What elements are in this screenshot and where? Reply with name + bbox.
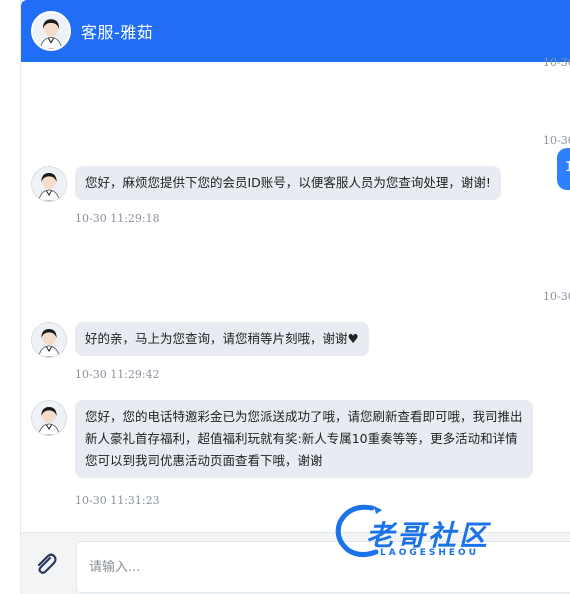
timestamp: 10-30: [543, 134, 570, 147]
timestamp: 10-30: [543, 56, 570, 69]
message-line: 您可以到我司优惠活动页面查看下哦，谢谢: [85, 453, 323, 468]
watermark-logo: 老哥社区 LAOGESHEOU: [330, 496, 560, 566]
agent-message-bubble: 您好，您的电话特邀彩金已为您派送成功了哦，请您刷新查看即可哦，我司推出 新人豪礼…: [75, 400, 533, 478]
timestamp: 10-30: [543, 290, 570, 303]
message-line: 新人豪礼首存福利，超值福利玩就有奖:新人专属10重奏等等，更多活动和详情: [85, 431, 518, 446]
timestamp: 10-30 11:31:23: [75, 494, 160, 507]
agent-avatar-icon: [31, 400, 67, 436]
agent-avatar-icon: [31, 322, 67, 358]
agent-avatar-icon: [31, 166, 67, 202]
timestamp: 10-30 11:29:42: [75, 368, 160, 381]
agent-message-bubble: 好的亲，马上为您查询，请您稍等片刻哦，谢谢♥: [75, 322, 369, 356]
agent-message: 好的亲，马上为您查询，请您稍等片刻哦，谢谢♥: [31, 322, 369, 358]
agent-message-bubble: 您好，麻烦您提供下您的会员ID账号，以便客服人员为您查询处理，谢谢!: [75, 166, 501, 200]
agent-message: 您好，您的电话特邀彩金已为您派送成功了哦，请您刷新查看即可哦，我司推出 新人豪礼…: [31, 400, 533, 478]
watermark-subtext: LAOGESHEOU: [380, 548, 480, 558]
agent-avatar-icon: [31, 11, 71, 51]
user-message-bubble: 1: [557, 148, 570, 190]
agent-message: 您好，麻烦您提供下您的会员ID账号，以便客服人员为您查询处理，谢谢!: [31, 166, 501, 202]
message-line: 好的亲，马上为您查询，请您稍等片刻哦，谢谢♥: [85, 331, 359, 346]
timestamp: 10-30 11:29:18: [75, 212, 160, 225]
message-line: 您好，您的电话特邀彩金已为您派送成功了哦，请您刷新查看即可哦，我司推出: [85, 409, 523, 424]
paperclip-icon[interactable]: [33, 551, 59, 577]
message-list[interactable]: 10-30 1 10-30 您好，麻烦您提供下您的会员ID账号，以便客服人员为您…: [21, 56, 570, 532]
message-line: 您好，麻烦您提供下您的会员ID账号，以便客服人员为您查询处理，谢谢!: [85, 175, 491, 190]
chat-title: 客服-雅茹: [81, 23, 154, 42]
chat-header: 客服-雅茹: [21, 0, 570, 62]
